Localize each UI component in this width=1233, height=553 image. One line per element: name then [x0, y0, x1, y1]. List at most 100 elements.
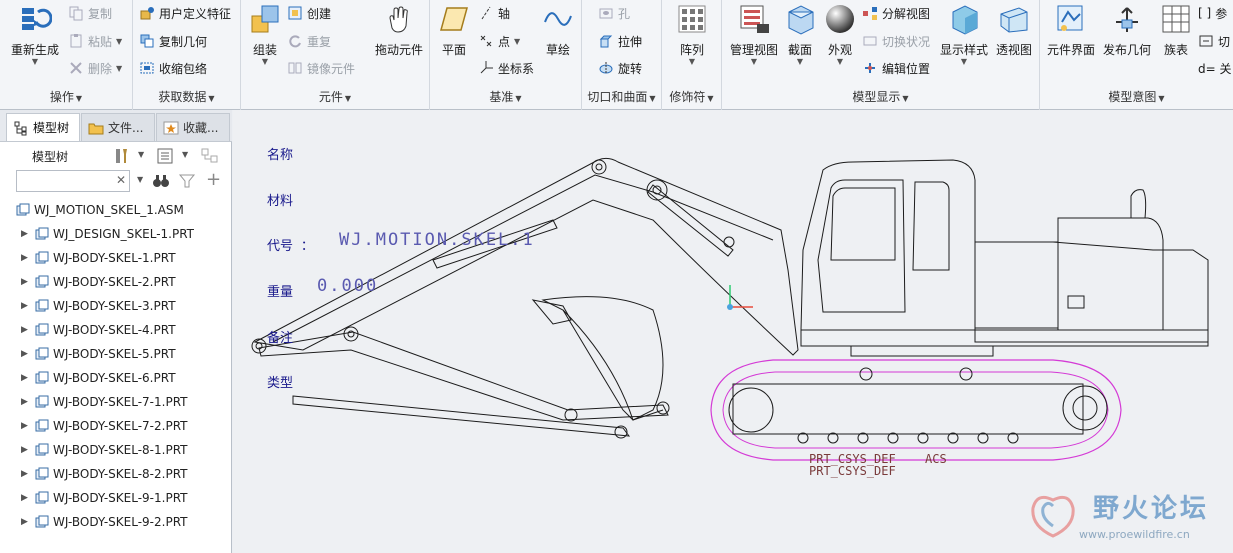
copy-button[interactable]: 复制: [68, 2, 112, 24]
manage-views-button[interactable]: 管理视图 ▼: [726, 2, 782, 67]
chevron-down-icon[interactable]: ▼: [514, 37, 520, 46]
tab-file-browser[interactable]: 文件...: [81, 113, 155, 141]
chevron-down-icon[interactable]: ▼: [116, 64, 122, 73]
delete-button[interactable]: 删除 ▼: [68, 57, 122, 79]
expand-arrow-icon[interactable]: ▶: [21, 373, 31, 383]
explode-view-button[interactable]: 分解视图: [862, 2, 930, 24]
hole-button[interactable]: 孔: [598, 2, 630, 24]
bucket: [541, 296, 664, 421]
shrinkwrap-button[interactable]: 收缩包络: [139, 57, 207, 79]
parameters-button[interactable]: [ ] 参: [1198, 2, 1227, 24]
tree-item-root-assembly[interactable]: WJ_MOTION_SKEL_1.ASM: [0, 198, 228, 222]
chevron-down-icon[interactable]: ▼: [726, 57, 782, 67]
tree-item-part[interactable]: ▶ WJ_DESIGN_SKEL-1.PRT: [0, 222, 228, 246]
add-icon[interactable]: +: [206, 169, 221, 190]
clear-search-icon[interactable]: ✕: [116, 173, 126, 187]
chevron-down-icon[interactable]: ▼: [245, 57, 285, 67]
expand-arrow-icon[interactable]: ▶: [21, 397, 31, 407]
group-label-cut-surface[interactable]: 切口和曲面 ▼: [582, 87, 661, 107]
csys-button[interactable]: 坐标系: [478, 57, 534, 79]
expand-arrow-icon[interactable]: ▶: [21, 229, 31, 239]
axis-button[interactable]: 轴: [478, 2, 510, 24]
tree-item-part[interactable]: ▶ WJ-BODY-SKEL-2.PRT: [0, 270, 228, 294]
tree-item-part[interactable]: ▶ WJ-BODY-SKEL-7-2.PRT: [0, 414, 228, 438]
regenerate-button[interactable]: 重新生成 ▼: [6, 2, 64, 67]
section-button[interactable]: 截面 ▼: [782, 2, 818, 67]
relations-button[interactable]: d= 关: [1198, 57, 1232, 79]
chevron-down-icon[interactable]: ▼: [672, 57, 712, 67]
tree-item-part[interactable]: ▶ WJ-BODY-SKEL-1.PRT: [0, 246, 228, 270]
mirror-component-button[interactable]: 镜像元件: [287, 57, 355, 79]
perspective-button[interactable]: 透视图: [992, 2, 1036, 57]
appearance-button[interactable]: 外观 ▼: [822, 2, 858, 67]
tree-item-part[interactable]: ▶ WJ-BODY-SKEL-8-1.PRT: [0, 438, 228, 462]
mirror-icon: [288, 62, 302, 74]
expand-arrow-icon[interactable]: ▶: [21, 277, 31, 287]
publish-geometry-button[interactable]: 发布几何: [1100, 2, 1154, 57]
drag-components-button[interactable]: 拖动元件: [369, 2, 429, 57]
chevron-down-icon[interactable]: ▼: [938, 57, 990, 67]
expand-arrow-icon[interactable]: ▶: [21, 445, 31, 455]
tab-model-tree[interactable]: 模型树: [6, 113, 80, 141]
tree-item-part[interactable]: ▶ WJ-BODY-SKEL-3.PRT: [0, 294, 228, 318]
display-style-button[interactable]: 显示样式 ▼: [938, 2, 990, 67]
expand-arrow-icon[interactable]: ▶: [21, 517, 31, 527]
family-table-button[interactable]: 族表: [1158, 2, 1194, 57]
explode-icon: [863, 7, 877, 20]
expand-arrow-icon[interactable]: ▶: [21, 493, 31, 503]
create-button[interactable]: 创建: [287, 2, 331, 24]
expand-arrow-icon[interactable]: ▶: [21, 325, 31, 335]
show-options-icon[interactable]: [156, 147, 174, 165]
component-interface-button[interactable]: 元件界面: [1044, 2, 1098, 57]
revolve-button[interactable]: 旋转: [598, 57, 642, 79]
chevron-down-icon[interactable]: ▼: [6, 57, 64, 67]
expand-arrow-icon[interactable]: ▶: [21, 421, 31, 431]
expand-arrow-icon[interactable]: ▶: [21, 253, 31, 263]
tree-search-input[interactable]: [16, 170, 130, 192]
tree-item-part[interactable]: ▶ WJ-BODY-SKEL-4.PRT: [0, 318, 228, 342]
group-label-datum[interactable]: 基准 ▼: [430, 87, 581, 107]
expand-arrow-icon[interactable]: ▶: [21, 469, 31, 479]
group-label-operations[interactable]: 操作 ▼: [0, 87, 132, 107]
extrude-button[interactable]: 拉伸: [598, 30, 642, 52]
column-settings-icon[interactable]: [200, 147, 220, 165]
engine-block: [974, 241, 1059, 329]
graphics-window[interactable]: 名称 材料 代号 ： WJ.MOTION.SKEL.1 重量 0.000 备注 …: [233, 110, 1233, 553]
point-button[interactable]: 点 ▼: [478, 30, 520, 52]
tree-item-part[interactable]: ▶ WJ-BODY-SKEL-6.PRT: [0, 366, 228, 390]
chevron-down-icon[interactable]: ▼: [116, 37, 122, 46]
toggle-state-button[interactable]: 切换状况: [862, 30, 930, 52]
assemble-button[interactable]: 组装 ▼: [245, 2, 285, 67]
group-label-model-display[interactable]: 模型显示 ▼: [722, 87, 1039, 107]
repeat-button[interactable]: 重复: [287, 30, 331, 52]
tree-item-part[interactable]: ▶ WJ-BODY-SKEL-8-2.PRT: [0, 462, 228, 486]
paste-button[interactable]: 粘贴 ▼: [68, 30, 122, 52]
chevron-down-icon[interactable]: ▼: [138, 150, 144, 159]
filter-icon[interactable]: [178, 172, 196, 190]
binoculars-icon[interactable]: [152, 172, 170, 190]
chevron-down-icon[interactable]: ▼: [137, 175, 143, 184]
chevron-down-icon[interactable]: ▼: [822, 57, 858, 67]
group-label-get-data[interactable]: 获取数据 ▼: [133, 87, 240, 107]
chevron-down-icon[interactable]: ▼: [782, 57, 818, 67]
copy-geometry-button[interactable]: 复制几何: [139, 30, 207, 52]
appearance-sphere-icon: [826, 5, 854, 33]
expand-arrow-icon[interactable]: ▶: [21, 301, 31, 311]
settings-tools-icon[interactable]: [112, 146, 132, 166]
plane-button[interactable]: 平面: [434, 2, 474, 57]
tree-item-part[interactable]: ▶ WJ-BODY-SKEL-7-1.PRT: [0, 390, 228, 414]
tab-favorites[interactable]: 收藏...: [156, 113, 230, 141]
tree-item-part[interactable]: ▶ WJ-BODY-SKEL-9-1.PRT: [0, 486, 228, 510]
chevron-down-icon[interactable]: ▼: [182, 150, 188, 159]
pattern-button[interactable]: 阵列 ▼: [672, 2, 712, 67]
expand-arrow-icon[interactable]: ▶: [21, 349, 31, 359]
tree-item-part[interactable]: ▶ WJ-BODY-SKEL-9-2.PRT: [0, 510, 228, 534]
sketch-button[interactable]: 草绘: [538, 2, 578, 57]
switch-button[interactable]: 切: [1198, 30, 1230, 52]
udf-button[interactable]: 用户定义特征: [139, 2, 231, 24]
group-label-modifiers[interactable]: 修饰符 ▼: [662, 87, 721, 107]
tree-item-part[interactable]: ▶ WJ-BODY-SKEL-5.PRT: [0, 342, 228, 366]
group-label-component[interactable]: 元件 ▼: [241, 87, 429, 107]
group-label-model-intent[interactable]: 模型意图 ▼: [1040, 87, 1233, 107]
edit-position-button[interactable]: 编辑位置: [862, 57, 930, 79]
